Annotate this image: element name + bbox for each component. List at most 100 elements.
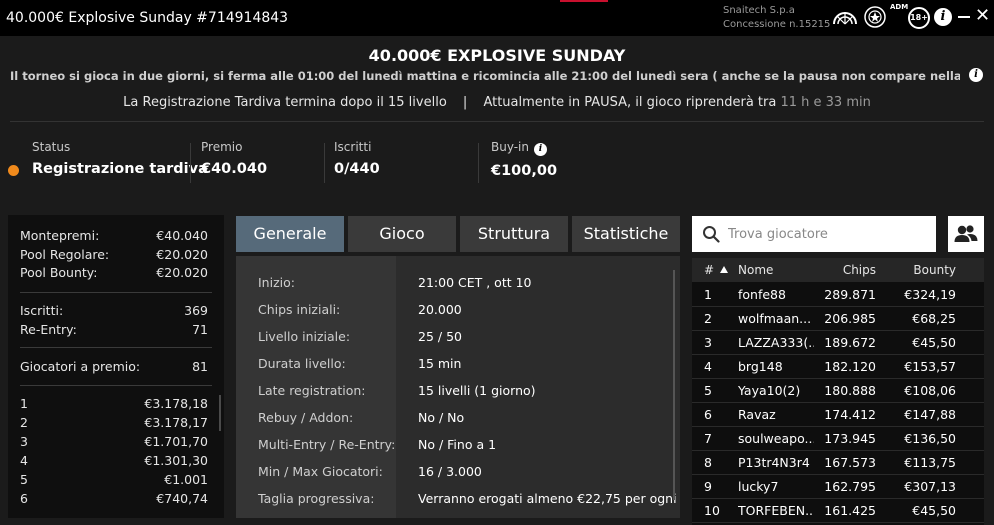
table-row[interactable]: 3 LAZZA333(... 189.672 €45,50	[692, 330, 984, 355]
cell-name: TORFEBEN...	[738, 503, 814, 518]
info-row: Rebuy / Addon: No / No	[236, 410, 680, 437]
cell-bounty: €147,88	[904, 407, 956, 422]
place-pos: 1	[20, 396, 28, 411]
info-row: Late registration: 15 livelli (1 giorno)	[236, 383, 680, 410]
table-row[interactable]: 6 Ravaz 174.412 €147,88	[692, 402, 984, 427]
col-header-name[interactable]: Nome	[738, 263, 814, 277]
table-row[interactable]: 5 Yaya10(2) 180.888 €108,06	[692, 378, 984, 403]
table-row[interactable]: 9 lucky7 162.795 €307,13	[692, 474, 984, 499]
cell-chips: 182.120	[824, 359, 876, 374]
place-amount: €1.701,70	[144, 434, 208, 449]
place-amount: €1.301,30	[144, 453, 208, 468]
brand-line-1: Snaitech S.p.a	[723, 5, 795, 16]
cell-num: 8	[704, 455, 712, 470]
brand-line-2: Concessione n.15215	[723, 19, 831, 30]
reentry-label: Re-Entry:	[20, 322, 77, 337]
info-row: Livello iniziale: 25 / 50	[236, 329, 680, 356]
description-info-icon[interactable]: i	[969, 68, 983, 82]
info-icon[interactable]: i	[934, 8, 952, 26]
place-pos: 4	[20, 453, 28, 468]
tab-statistiche[interactable]: Statistiche	[572, 216, 680, 252]
tab-gioco[interactable]: Gioco	[348, 216, 456, 252]
buyin-value: €100,00	[491, 163, 558, 179]
panel-divider	[20, 347, 212, 348]
info-value: No / Fino a 1	[418, 437, 497, 452]
info-row: Durata livello: 15 min	[236, 356, 680, 383]
montepremi-value: €40.040	[156, 228, 208, 243]
cell-chips: 174.412	[824, 407, 876, 422]
cell-chips: 180.888	[824, 383, 876, 398]
stat-divider	[324, 143, 325, 183]
status-dot	[8, 165, 19, 176]
table-row[interactable]: 7 soulweapo... 173.945 €136,50	[692, 426, 984, 451]
place-pos: 2	[20, 415, 28, 430]
cell-bounty: €108,06	[904, 383, 956, 398]
info-value: Verranno erogati almeno €22,75 per ogni	[418, 491, 677, 506]
table-row[interactable]: 2 wolfmaan... 206.985 €68,25	[692, 306, 984, 331]
cell-bounty: €68,25	[912, 311, 956, 326]
premio-stat: Premio €40.040	[201, 140, 267, 177]
info-value: 20.000	[418, 302, 462, 317]
adm-logo-icon	[833, 12, 857, 25]
info-row: Taglia progressiva: Verranno erogati alme…	[236, 491, 680, 518]
info-value: No / No	[418, 410, 465, 425]
adm-text-logo: ADM	[890, 3, 909, 11]
status-value: Registrazione tardiva	[32, 161, 208, 177]
stat-divider	[190, 143, 191, 183]
close-icon[interactable]: ✕	[975, 6, 990, 26]
late-registration-text: La Registrazione Tardiva termina dopo il…	[123, 95, 447, 110]
table-row[interactable]: 8 P13tr4N3r4 167.573 €113,75	[692, 450, 984, 475]
cell-num: 6	[704, 407, 712, 422]
col-header-chips[interactable]: Chips	[843, 263, 876, 277]
accent-line	[560, 0, 608, 2]
place-amount: €1.001	[164, 472, 208, 487]
header-divider	[10, 121, 984, 122]
cell-name: fonfe88	[738, 287, 786, 302]
cell-name: brg148	[738, 359, 783, 374]
separator: |	[462, 95, 468, 110]
late-registration-line: La Registrazione Tardiva termina dopo il…	[0, 95, 994, 110]
buyin-label: Buy-in i	[491, 140, 557, 156]
iscritti-label: Iscritti	[334, 140, 372, 154]
cell-name: Yaya10(2)	[738, 383, 801, 398]
cell-num: 5	[704, 383, 712, 398]
col-header-bounty[interactable]: Bounty	[913, 263, 956, 277]
cell-chips: 173.945	[824, 431, 876, 446]
prize-list-scrollbar[interactable]	[219, 395, 221, 431]
state-seal-icon	[864, 6, 886, 28]
table-header: # Nome Chips Bounty	[692, 258, 984, 282]
cell-bounty: €45,50	[912, 335, 956, 350]
info-value: 15 livelli (1 giorno)	[418, 383, 536, 398]
info-row: Chips iniziali: 20.000	[236, 302, 680, 329]
giocatori-premio-label: Giocatori a premio:	[20, 359, 141, 374]
general-panel-scrollbar[interactable]	[673, 270, 675, 500]
buyin-label-text: Buy-in	[491, 140, 529, 154]
col-header-num[interactable]: #	[704, 263, 714, 277]
reentry-value: 71	[192, 322, 208, 337]
player-search-box[interactable]	[692, 216, 936, 252]
sort-ascending-icon	[720, 266, 728, 273]
panel-divider	[20, 292, 212, 293]
table-row[interactable]: 4 brg148 182.120 €153,57	[692, 354, 984, 379]
iscritti-stat: Iscritti 0/440	[334, 140, 380, 177]
table-row[interactable]: 10 TORFEBEN... 161.425 €45,50	[692, 498, 984, 523]
pool-bounty-value: €20.020	[156, 265, 208, 280]
info-row: Min / Max Giocatori: 16 / 3.000	[236, 464, 680, 491]
tab-generale[interactable]: Generale	[236, 216, 344, 252]
table-row[interactable]: 1 fonfe88 289.871 €324,19	[692, 282, 984, 307]
info-key: Late registration:	[258, 383, 366, 398]
player-search-input[interactable]	[728, 216, 928, 252]
cell-num: 3	[704, 335, 712, 350]
minimize-icon[interactable]	[958, 6, 972, 26]
friends-button[interactable]	[948, 216, 984, 252]
iscritti-count-value: 369	[184, 303, 208, 318]
cell-name: wolfmaan...	[738, 311, 812, 326]
iscritti-value: 0/440	[334, 161, 380, 177]
buyin-info-icon[interactable]: i	[534, 143, 547, 156]
pool-regolare-value: €20.020	[156, 247, 208, 262]
tab-struttura[interactable]: Struttura	[460, 216, 568, 252]
cell-num: 7	[704, 431, 712, 446]
info-key: Livello iniziale:	[258, 329, 351, 344]
pause-time: 11 h e 33 min	[780, 95, 871, 110]
prize-panel: Montepremi: €40.040 Pool Regolare: €20.020…	[8, 215, 224, 518]
